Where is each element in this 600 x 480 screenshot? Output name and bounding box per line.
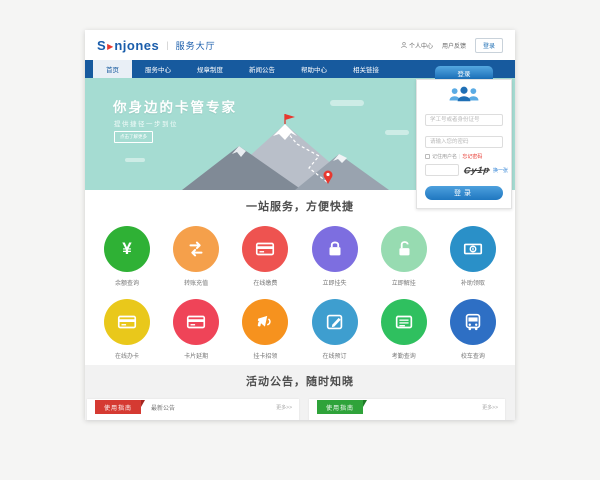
hero-subtitle: 提供捷径一步到位 [114, 118, 178, 128]
profile-link[interactable]: 个人中心 [401, 41, 433, 50]
cloud-shape [330, 100, 364, 106]
services-row-1: ¥ 余额查询 转账充值 在线缴费 立即挂失 [85, 226, 515, 287]
service-balance-inquiry[interactable]: ¥ 余额查询 [102, 226, 152, 287]
bank-card-icon [173, 299, 219, 345]
left-more-link[interactable]: 更多>> [276, 404, 292, 411]
site-container: S ▶ njones | 服务大厅 个人中心 用户反馈 登录 首页 服务中心 规… [85, 30, 515, 420]
logo-text-rest: njones [114, 38, 159, 53]
site-name: 服务大厅 [176, 39, 216, 52]
guide-ribbon-tab[interactable]: 使用指南 [95, 400, 141, 414]
announcements-left-panel: 使用指南 最新公告 更多>> [87, 399, 299, 420]
right-more-link[interactable]: 更多>> [482, 404, 498, 411]
password-input[interactable] [425, 136, 503, 148]
login-submit-button[interactable]: 登录 [425, 186, 503, 200]
captcha-input[interactable] [425, 164, 459, 176]
logo-text-s: S [97, 38, 106, 53]
login-form: 记住用户名 | 忘记密码 Cy1p 换一张 登录 [416, 79, 512, 209]
announcement-panels: 使用指南 最新公告 更多>> 使用指南 更多>> [85, 399, 515, 420]
user-id-input[interactable] [425, 114, 503, 126]
nav-item-news[interactable]: 新闻公告 [236, 60, 288, 78]
announcements-right-panel: 使用指南 更多>> [309, 399, 505, 420]
nav-item-links[interactable]: 相关链接 [340, 60, 392, 78]
bank-card-icon [242, 226, 288, 272]
unlock-icon [381, 226, 427, 272]
yen-icon: ¥ [104, 226, 150, 272]
nav-item-home[interactable]: 首页 [93, 60, 132, 78]
hero-cta-button[interactable]: 点击了解更多 [114, 131, 153, 143]
services-section: 一站服务，方便快捷 ¥ 余额查询 转账充值 在线缴费 [85, 190, 515, 365]
login-options-row: 记住用户名 | 忘记密码 [425, 153, 503, 160]
bus-icon [450, 299, 496, 345]
captcha-row: Cy1p 换一张 [425, 164, 503, 176]
banknote-icon [450, 226, 496, 272]
service-online-payment[interactable]: 在线缴费 [240, 226, 290, 287]
nav-item-service-center[interactable]: 服务中心 [132, 60, 184, 78]
service-report-loss[interactable]: 立即挂失 [310, 226, 360, 287]
megaphone-icon [242, 299, 288, 345]
nav-item-regulations[interactable]: 规章制度 [184, 60, 236, 78]
person-icon [401, 42, 407, 48]
mountains-illustration [177, 112, 397, 190]
forgot-password-link[interactable]: 忘记密码 [462, 153, 482, 160]
users-group-icon [447, 86, 481, 103]
header-login-button[interactable]: 登录 [475, 38, 503, 53]
services-row-2: 在线办卡 卡片延期 挂卡招领 在线预订 [85, 299, 515, 360]
lock-icon [312, 226, 358, 272]
service-attendance-inquiry[interactable]: 考勤查询 [379, 299, 429, 360]
service-online-booking[interactable]: 在线预订 [310, 299, 360, 360]
captcha-refresh-link[interactable]: 换一张 [493, 167, 508, 174]
logo[interactable]: S ▶ njones [97, 38, 159, 53]
remember-checkbox[interactable] [425, 154, 430, 159]
usage-guide-ribbon-tab[interactable]: 使用指南 [317, 400, 363, 414]
service-online-card-apply[interactable]: 在线办卡 [102, 299, 152, 360]
remember-label: 记住用户名 [432, 153, 457, 160]
service-subsidy-collect[interactable]: 补助领取 [448, 226, 498, 287]
login-tab[interactable]: 登录 [435, 66, 493, 79]
nav-item-help-center[interactable]: 帮助中心 [288, 60, 340, 78]
logo-divider: | [166, 40, 168, 50]
edit-icon [312, 299, 358, 345]
service-transfer-recharge[interactable]: 转账充值 [171, 226, 221, 287]
cloud-shape [125, 158, 145, 162]
login-panel: 登录 记住用户名 | 忘记密码 Cy1p 换一张 登录 [416, 66, 512, 209]
announcements-title: 活动公告，随时知晓 [85, 373, 515, 389]
options-divider: | [459, 154, 460, 160]
feedback-link[interactable]: 用户反馈 [442, 41, 466, 50]
right-panel-header: 使用指南 更多>> [309, 399, 505, 415]
logo-arrow-icon: ▶ [107, 42, 113, 51]
transfer-icon [173, 226, 219, 272]
left-panel-header: 使用指南 最新公告 更多>> [87, 399, 299, 415]
service-school-bus-inquiry[interactable]: 校车查询 [448, 299, 498, 360]
announcements-section: 活动公告，随时知晓 使用指南 最新公告 更多>> 使用指南 更多>> [85, 365, 515, 420]
service-cancel-loss[interactable]: 立即解挂 [379, 226, 429, 287]
bank-card-icon [104, 299, 150, 345]
captcha-image[interactable]: Cy1p [463, 165, 490, 176]
service-found-card-claim[interactable]: 挂卡招领 [240, 299, 290, 360]
header-right: 个人中心 用户反馈 登录 [401, 38, 503, 53]
attendance-icon [381, 299, 427, 345]
service-card-extension[interactable]: 卡片延期 [171, 299, 221, 360]
header: S ▶ njones | 服务大厅 个人中心 用户反馈 登录 [85, 30, 515, 60]
latest-news-tab[interactable]: 最新公告 [151, 403, 175, 412]
